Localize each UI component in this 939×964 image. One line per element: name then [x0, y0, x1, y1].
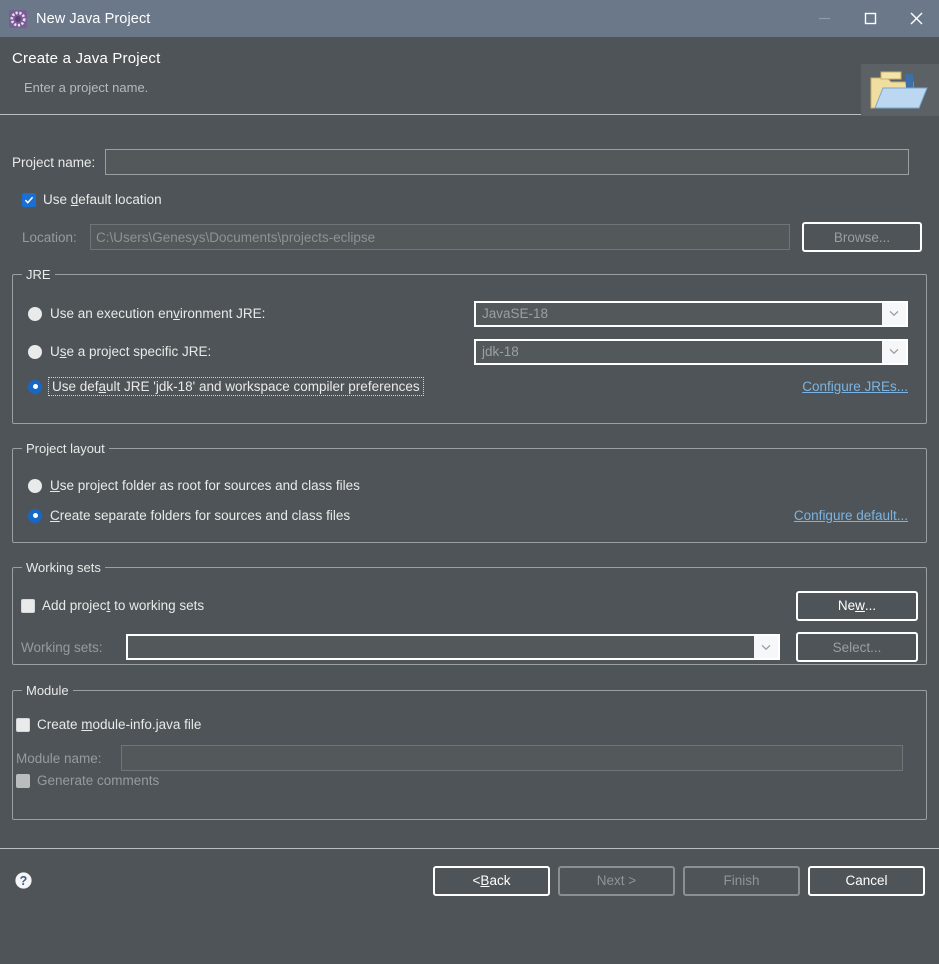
window-titlebar[interactable]: New Java Project [0, 0, 939, 37]
layout-project-folder-label: Use project folder as root for sources a… [50, 478, 360, 493]
jre-group: JRE Use an execution environment JRE: Ja… [12, 267, 927, 424]
location-row: Location: C:\Users\Genesys\Documents\pro… [12, 222, 927, 252]
select-working-set-button[interactable]: Select... [796, 632, 918, 662]
browse-button[interactable]: Browse... [802, 222, 922, 252]
location-label: Location: [22, 229, 77, 245]
module-name-row: Module name: [16, 745, 913, 771]
layout-separate-folders-label: Create separate folders for sources and … [50, 508, 351, 523]
page-title: Create a Java Project [12, 50, 161, 67]
chevron-down-icon[interactable] [882, 340, 906, 363]
location-input[interactable]: C:\Users\Genesys\Documents\projects-ecli… [90, 224, 790, 250]
page-subtitle: Enter a project name. [24, 80, 149, 95]
svg-text:?: ? [20, 874, 28, 888]
add-to-working-sets-checkbox[interactable] [21, 598, 35, 613]
working-sets-combo[interactable] [126, 634, 780, 660]
java-project-folder-icon [861, 64, 939, 116]
new-working-set-button[interactable]: Ne w... [796, 590, 918, 621]
footer-buttons: < Back Next > Finish Cancel [433, 865, 925, 896]
jre-exec-env-combo-value: JavaSE-18 [482, 306, 549, 321]
add-to-working-sets-label: Add project to working sets [42, 598, 205, 613]
jre-group-title: JRE [22, 267, 55, 282]
add-to-working-sets-row[interactable]: Add project to working sets Ne w... [21, 590, 918, 621]
project-name-label: Project name: [12, 154, 96, 170]
working-sets-combo-value [128, 636, 754, 658]
next-button[interactable]: Next > [558, 865, 675, 896]
window-title: New Java Project [36, 10, 151, 27]
configure-default-link[interactable]: Configure default... [794, 508, 908, 523]
generate-comments-row[interactable]: Generate comments [16, 773, 159, 788]
working-sets-group: Working sets Add project to working sets… [12, 560, 927, 665]
jre-project-specific-radio[interactable] [28, 344, 42, 359]
jre-exec-env-label: Use an execution environment JRE: [50, 306, 266, 321]
finish-button[interactable]: Finish [683, 865, 800, 896]
help-question-icon[interactable]: ? [14, 871, 33, 890]
jre-project-specific-combo-value: jdk-18 [482, 344, 519, 359]
create-module-info-row[interactable]: Create module-info.java file [16, 717, 201, 732]
layout-separate-folders-row[interactable]: Create separate folders for sources and … [28, 508, 908, 523]
create-module-info-label: Create module-info.java file [37, 717, 202, 732]
working-sets-label: Working sets: [21, 639, 103, 655]
wizard-header: Create a Java Project Enter a project na… [0, 37, 939, 116]
project-layout-group-title: Project layout [22, 441, 109, 456]
use-default-location-checkbox[interactable] [22, 192, 36, 207]
jre-project-specific-row[interactable]: Use a project specific JRE: jdk-18 [28, 338, 908, 365]
module-name-label: Module name: [16, 750, 102, 766]
layout-project-folder-row[interactable]: Use project folder as root for sources a… [28, 478, 908, 493]
jre-default-radio[interactable] [28, 379, 42, 394]
working-sets-row: Working sets: Select... [21, 632, 918, 662]
jre-default-row[interactable]: Use default JRE 'jdk-18' and workspace c… [28, 377, 908, 396]
project-name-row: Project name: [12, 149, 927, 175]
eclipse-wizard-icon [9, 9, 27, 28]
wizard-body: Project name: Use default location Locat… [0, 149, 939, 912]
working-sets-group-title: Working sets [22, 560, 105, 575]
module-group-title: Module [22, 683, 73, 698]
back-button[interactable]: < Back [433, 865, 550, 896]
wizard-footer: ? < Back Next > Finish Cancel [0, 848, 939, 912]
chevron-down-icon[interactable] [754, 636, 778, 658]
generate-comments-label: Generate comments [37, 773, 160, 788]
generate-comments-checkbox[interactable] [16, 773, 30, 788]
layout-project-folder-radio[interactable] [28, 478, 42, 493]
create-module-info-checkbox[interactable] [16, 717, 30, 732]
jre-default-label: Use default JRE 'jdk-18' and workspace c… [48, 377, 424, 396]
use-default-location-row[interactable]: Use default location [12, 192, 927, 207]
layout-separate-folders-radio[interactable] [28, 508, 42, 523]
project-layout-group: Project layout Use project folder as roo… [12, 441, 927, 543]
jre-project-specific-label: Use a project specific JRE: [50, 344, 212, 359]
module-name-input[interactable] [121, 745, 903, 771]
minimize-button[interactable] [801, 0, 847, 37]
cancel-button[interactable]: Cancel [808, 865, 925, 896]
use-default-location-label: Use default location [43, 192, 162, 207]
project-name-input[interactable] [105, 149, 909, 175]
jre-project-specific-combo[interactable]: jdk-18 [474, 338, 908, 365]
configure-jres-link[interactable]: Configure JREs... [802, 379, 908, 394]
module-group: Module Create module-info.java file Modu… [12, 683, 927, 820]
jre-exec-env-combo[interactable]: JavaSE-18 [474, 300, 908, 327]
close-button[interactable] [893, 0, 939, 37]
jre-exec-env-radio[interactable] [28, 306, 42, 321]
window-controls [801, 0, 939, 37]
maximize-button[interactable] [847, 0, 893, 37]
jre-exec-env-row[interactable]: Use an execution environment JRE: JavaSE… [28, 300, 908, 327]
chevron-down-icon[interactable] [882, 302, 906, 325]
